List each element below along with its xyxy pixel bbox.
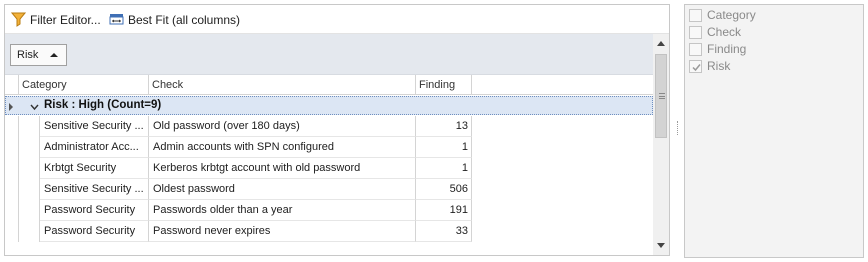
cell-check[interactable]: Old password (over 180 days) <box>149 116 416 137</box>
group-indent <box>19 200 40 221</box>
vertical-scrollbar[interactable] <box>653 34 669 255</box>
best-fit-label: Best Fit (all columns) <box>128 12 241 27</box>
cell-finding[interactable]: 191 <box>416 200 472 221</box>
cell-category[interactable]: Administrator Acc... <box>40 137 149 158</box>
group-indent <box>19 221 40 242</box>
group-row-risk-high[interactable]: Risk : High (Count=9) <box>5 96 653 115</box>
cell-finding[interactable]: 33 <box>416 221 472 242</box>
filter-funnel-icon <box>10 12 27 27</box>
row-indicator-header <box>5 75 19 95</box>
row-indicator <box>5 200 19 221</box>
checkbox-label: Finding <box>707 42 747 56</box>
grid-toolbar: Filter Editor... Best Fit (all columns) <box>5 5 669 34</box>
row-indicator <box>5 116 19 137</box>
grid-rows: Sensitive Security ... Old password (ove… <box>5 116 653 242</box>
table-row[interactable]: Administrator Acc... Admin accounts with… <box>5 137 653 158</box>
cell-finding[interactable]: 13 <box>416 116 472 137</box>
table-row[interactable]: Password Security Password never expires… <box>5 221 653 242</box>
cell-check[interactable]: Oldest password <box>149 179 416 200</box>
collapse-chevron-icon[interactable] <box>30 101 39 111</box>
cell-check[interactable]: Password never expires <box>149 221 416 242</box>
checkbox[interactable] <box>689 8 702 22</box>
checkbox-label: Check <box>707 25 742 39</box>
cell-check[interactable]: Kerberos krbtgt account with old passwor… <box>149 158 416 179</box>
checkbox[interactable] <box>689 25 702 39</box>
group-row-label: Risk : High (Count=9) <box>44 99 162 111</box>
table-row[interactable]: Krbtgt Security Kerberos krbtgt account … <box>5 158 653 179</box>
grid-panel: Filter Editor... Best Fit (all columns) … <box>4 4 670 256</box>
scrollbar-thumb[interactable] <box>655 54 667 138</box>
row-indicator <box>5 179 19 200</box>
cell-category[interactable]: Password Security <box>40 221 149 242</box>
column-chooser-item-category[interactable]: Category <box>689 7 756 23</box>
scroll-grip-icon <box>659 93 665 99</box>
panel-splitter[interactable] <box>677 121 679 135</box>
best-fit-columns-icon <box>109 12 124 27</box>
group-indent <box>19 158 40 179</box>
cell-check[interactable]: Passwords older than a year <box>149 200 416 221</box>
column-header-check[interactable]: Check <box>149 75 416 95</box>
scroll-down-icon[interactable] <box>657 243 665 248</box>
filter-editor-label: Filter Editor... <box>30 12 101 27</box>
table-row[interactable]: Sensitive Security ... Old password (ove… <box>5 116 653 137</box>
table-row[interactable]: Password Security Passwords older than a… <box>5 200 653 221</box>
row-indicator <box>5 158 19 179</box>
column-header-row: Category Check Finding <box>5 75 653 95</box>
group-indent <box>19 116 40 137</box>
column-chooser-item-finding[interactable]: Finding <box>689 41 746 57</box>
group-chip-risk[interactable]: Risk <box>10 44 67 66</box>
cell-category[interactable]: Krbtgt Security <box>40 158 149 179</box>
sort-ascending-icon <box>50 53 58 57</box>
cell-category[interactable]: Sensitive Security ... <box>40 116 149 137</box>
row-indicator <box>5 221 19 242</box>
column-header-finding[interactable]: Finding <box>416 75 472 95</box>
cell-category[interactable]: Sensitive Security ... <box>40 179 149 200</box>
group-by-area: Risk <box>5 34 653 75</box>
group-indent <box>19 179 40 200</box>
row-indicator <box>5 137 19 158</box>
column-chooser-item-check[interactable]: Check <box>689 24 741 40</box>
column-header-category[interactable]: Category <box>19 75 149 95</box>
cell-category[interactable]: Password Security <box>40 200 149 221</box>
cell-check[interactable]: Admin accounts with SPN configured <box>149 137 416 158</box>
filter-editor-button[interactable]: Filter Editor... <box>10 11 101 28</box>
cell-finding[interactable]: 1 <box>416 158 472 179</box>
table-row[interactable]: Sensitive Security ... Oldest password 5… <box>5 179 653 200</box>
checkbox-label: Risk <box>707 59 731 73</box>
group-indent <box>19 137 40 158</box>
best-fit-button[interactable]: Best Fit (all columns) <box>109 11 240 28</box>
cell-finding[interactable]: 1 <box>416 137 472 158</box>
row-indicator-arrow-icon <box>9 103 13 111</box>
cell-finding[interactable]: 506 <box>416 179 472 200</box>
checkmark-icon <box>692 63 701 71</box>
group-chip-label: Risk <box>17 49 39 61</box>
checkbox-label: Category <box>707 8 756 22</box>
checkbox-checked[interactable] <box>689 59 702 73</box>
column-chooser-item-risk[interactable]: Risk <box>689 58 730 74</box>
scroll-up-icon[interactable] <box>657 41 665 46</box>
checkbox[interactable] <box>689 42 702 56</box>
column-chooser-panel: Category Check Finding Risk <box>684 4 864 258</box>
